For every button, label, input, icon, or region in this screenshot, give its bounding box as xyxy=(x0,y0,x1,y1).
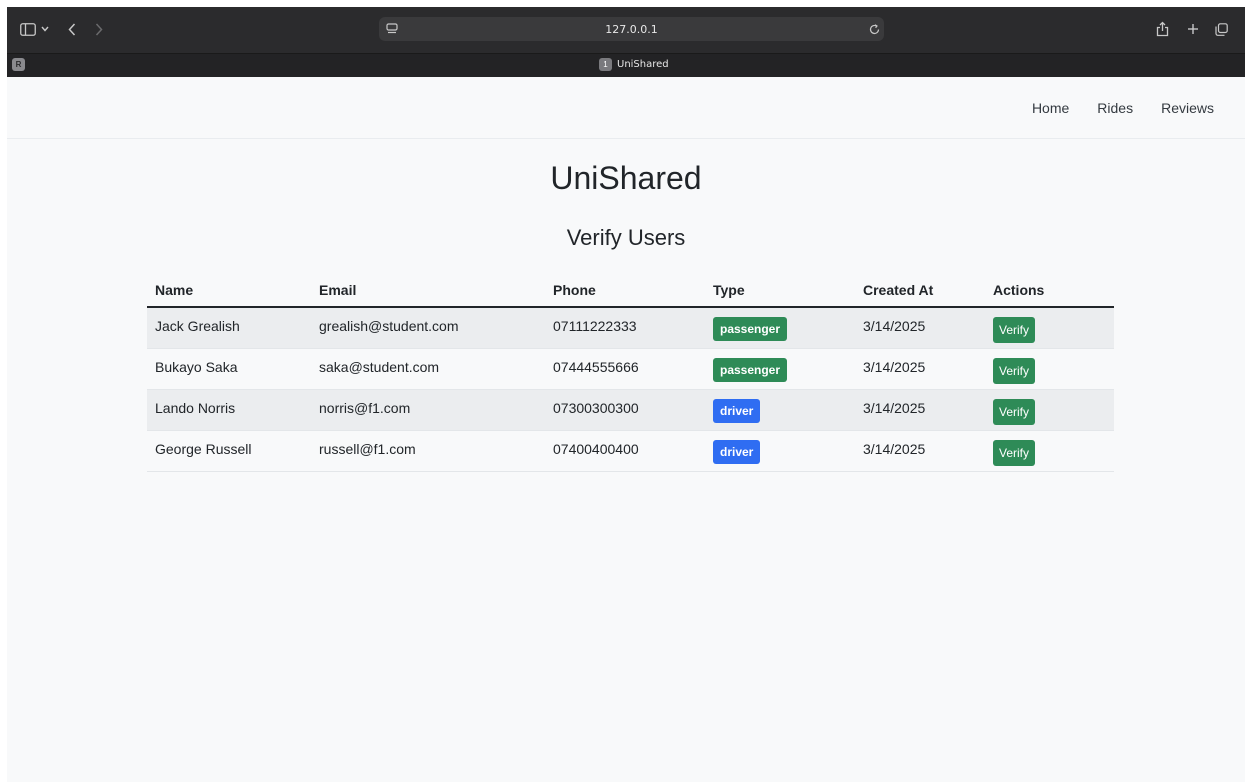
cell-type: driver xyxy=(705,430,855,472)
chevron-left-icon[interactable] xyxy=(65,20,79,38)
table-row: Bukayo Saka saka@student.com 07444555666… xyxy=(147,348,1114,390)
cell-actions: Verify xyxy=(985,389,1114,431)
column-header-name: Name xyxy=(147,274,311,308)
address-bar[interactable]: 127.0.0.1 xyxy=(379,17,884,41)
site-navbar: Home Rides Reviews xyxy=(7,77,1245,139)
url-text: 127.0.0.1 xyxy=(605,22,658,36)
cell-actions: Verify xyxy=(985,307,1114,349)
column-header-created-at: Created At xyxy=(855,274,985,308)
cell-email: grealish@student.com xyxy=(311,307,545,349)
cell-created-at: 3/14/2025 xyxy=(855,430,985,472)
type-badge: passenger xyxy=(713,357,788,382)
verify-button[interactable]: Verify xyxy=(993,398,1036,425)
users-table: Name Email Phone Type Created At Actions… xyxy=(147,274,1114,472)
chevron-right-icon[interactable] xyxy=(92,20,106,38)
tab-overview-icon[interactable] xyxy=(1213,21,1229,37)
browser-window: 127.0.0.1 R 1 UniShared Home Rides Revie… xyxy=(7,7,1245,782)
verify-button[interactable]: Verify xyxy=(993,357,1036,384)
page-subtitle: Verify Users xyxy=(566,225,686,250)
pinned-tab-icon[interactable]: R xyxy=(12,58,25,71)
cell-name: Jack Grealish xyxy=(147,307,311,349)
tab-number-badge: 1 xyxy=(599,58,612,71)
nav-links: Home Rides Reviews xyxy=(1032,77,1214,138)
cell-phone: 07111222333 xyxy=(545,307,705,349)
cell-actions: Verify xyxy=(985,430,1114,472)
browser-toolbar: 127.0.0.1 xyxy=(7,7,1245,53)
table-row: George Russell russell@f1.com 0740040040… xyxy=(147,430,1114,472)
verify-button[interactable]: Verify xyxy=(993,317,1036,343)
cell-email: norris@f1.com xyxy=(311,389,545,431)
cell-actions: Verify xyxy=(985,348,1114,390)
verify-button[interactable]: Verify xyxy=(993,439,1036,466)
type-badge: passenger xyxy=(713,317,788,341)
cell-type: passenger xyxy=(705,307,855,349)
cell-email: saka@student.com xyxy=(311,348,545,390)
column-header-email: Email xyxy=(311,274,545,308)
cell-email: russell@f1.com xyxy=(311,430,545,472)
column-header-phone: Phone xyxy=(545,274,705,308)
page-title: UniShared xyxy=(550,160,702,196)
plus-icon[interactable] xyxy=(1185,21,1201,37)
nav-link-reviews[interactable]: Reviews xyxy=(1161,100,1214,116)
table-row: Lando Norris norris@f1.com 07300300300 d… xyxy=(147,389,1114,431)
cell-phone: 07444555666 xyxy=(545,348,705,390)
cell-type: passenger xyxy=(705,348,855,390)
column-header-actions: Actions xyxy=(985,274,1114,308)
tab-bar: R 1 UniShared xyxy=(7,53,1245,78)
cell-name: George Russell xyxy=(147,430,311,472)
chevron-down-icon[interactable] xyxy=(40,23,50,35)
tab-unishared[interactable]: 1 UniShared xyxy=(599,58,669,71)
type-badge: driver xyxy=(713,439,761,464)
cell-phone: 07400400400 xyxy=(545,430,705,472)
column-header-type: Type xyxy=(705,274,855,308)
cell-phone: 07300300300 xyxy=(545,389,705,431)
type-badge: driver xyxy=(713,398,761,423)
cell-name: Lando Norris xyxy=(147,389,311,431)
sidebar-icon[interactable] xyxy=(19,21,37,37)
share-icon[interactable] xyxy=(1154,19,1170,39)
cell-type: driver xyxy=(705,389,855,431)
cell-name: Bukayo Saka xyxy=(147,348,311,390)
nav-link-home[interactable]: Home xyxy=(1032,100,1069,116)
nav-link-rides[interactable]: Rides xyxy=(1097,100,1133,116)
table-header-row: Name Email Phone Type Created At Actions xyxy=(147,274,1114,308)
cell-created-at: 3/14/2025 xyxy=(855,389,985,431)
table-row: Jack Grealish grealish@student.com 07111… xyxy=(147,307,1114,349)
reload-icon[interactable] xyxy=(867,22,881,36)
site-settings-icon[interactable] xyxy=(385,22,399,36)
cell-created-at: 3/14/2025 xyxy=(855,348,985,390)
tab-title: UniShared xyxy=(617,59,669,70)
cell-created-at: 3/14/2025 xyxy=(855,307,985,349)
